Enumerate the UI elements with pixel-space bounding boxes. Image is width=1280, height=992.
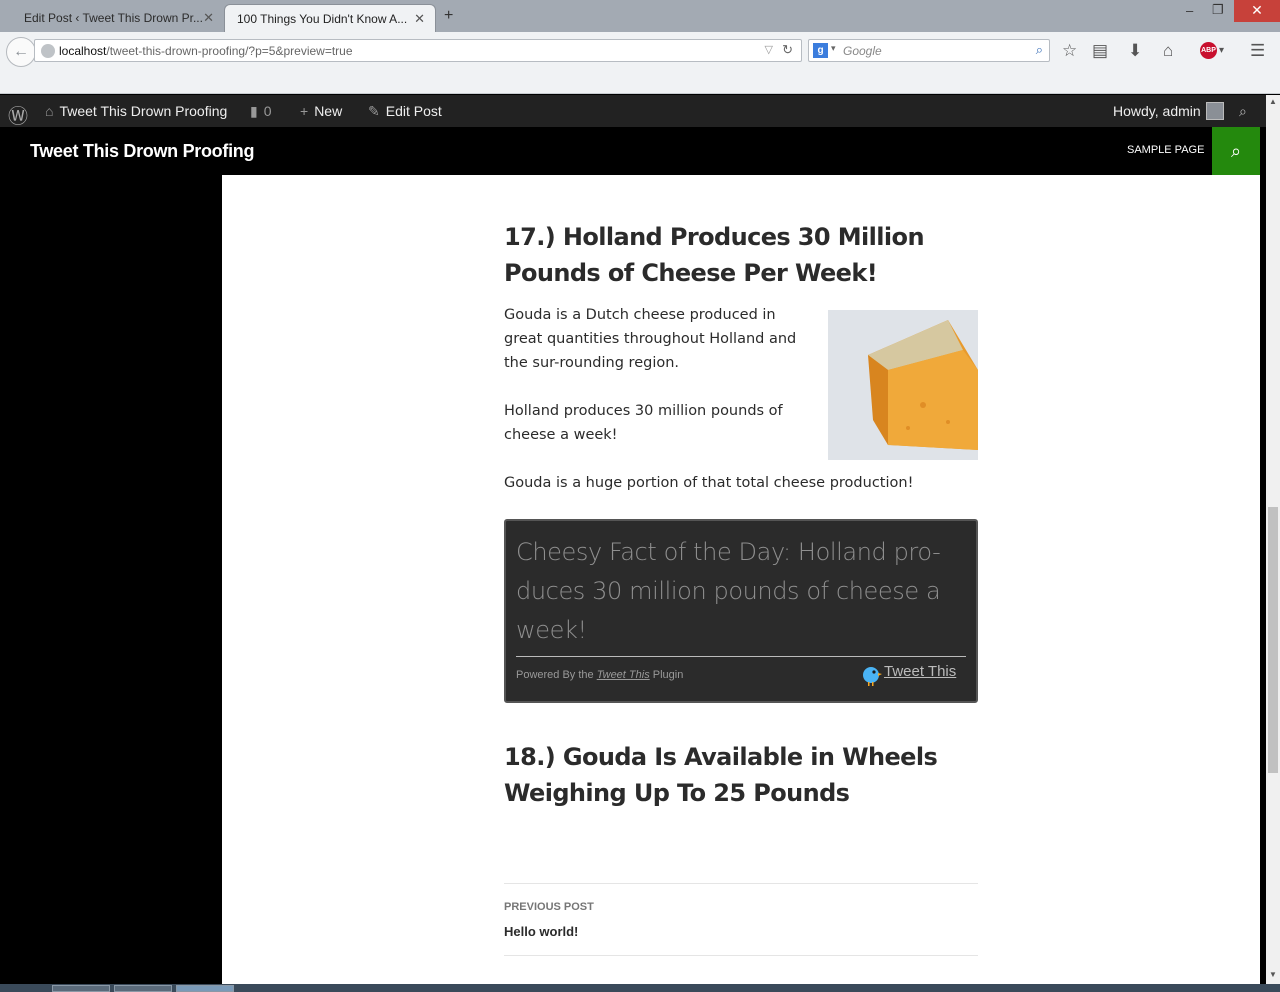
site-header: Tweet This Drown Proofing SAMPLE PAGE ⌕	[0, 127, 1260, 175]
tab-title: Edit Post ‹ Tweet This Drown Pr...	[24, 11, 203, 25]
previous-post-link[interactable]: Hello world!	[504, 924, 578, 939]
taskbar-item[interactable]	[114, 985, 172, 992]
chevron-down-icon[interactable]: ▾	[1219, 45, 1224, 56]
comments-count: 0	[263, 103, 272, 119]
gouda-cheese-image	[828, 310, 978, 460]
url-path: /tweet-this-drown-proofing/?p=5&preview=…	[106, 44, 353, 58]
powered-by-text: Powered By the Tweet This Plugin	[516, 669, 683, 681]
fact-heading-17: 17.) Holland Produces 30 Million Pounds …	[504, 223, 925, 287]
os-taskbar	[0, 984, 1280, 992]
page-scrollbar[interactable]: ▲ ▼	[1266, 95, 1280, 984]
powered-prefix: Powered By the	[516, 669, 594, 681]
taskbar-item[interactable]	[52, 985, 110, 992]
howdy-link[interactable]: Howdy, admin	[1113, 103, 1201, 119]
tweet-this-box: Cheesy Fact of the Day: Holland pro-duce…	[504, 519, 978, 703]
comments-link[interactable]: ▮ 0	[250, 103, 272, 120]
paragraph-portion: Gouda is a huge portion of that total ch…	[504, 475, 914, 491]
paragraph-gouda: Gouda is a Dutch cheese produced in grea…	[504, 307, 797, 371]
tweet-quote[interactable]: Cheesy Fact of the Day: Holland pro-duce…	[516, 533, 956, 650]
window-close-icon[interactable]: ✕	[1234, 0, 1280, 22]
url-host: localhost	[59, 44, 107, 58]
previous-post-label: Previous Post	[504, 901, 594, 913]
paragraph-production: Holland produces 30 million pounds of ch…	[504, 403, 783, 443]
tweet-this-link[interactable]: Tweet This	[884, 663, 956, 680]
browser-nav-bar: ← localhost/tweet-this-drown-proofing/?p…	[0, 32, 1280, 94]
divider	[516, 656, 966, 657]
wp-admin-bar: Ⓦ ⌂ Tweet This Drown Proofing ▮ 0 + New ✎ Ed…	[0, 95, 1266, 129]
new-content-link[interactable]: + New	[300, 103, 342, 119]
wordpress-logo-icon[interactable]: Ⓦ	[8, 100, 28, 129]
twitter-bird-icon[interactable]	[860, 664, 882, 686]
site-identity-icon[interactable]	[41, 44, 55, 58]
pencil-icon: ✎	[368, 103, 380, 119]
plus-icon: +	[300, 103, 309, 119]
scroll-up-icon[interactable]: ▲	[1269, 97, 1277, 106]
site-title[interactable]: Tweet This Drown Proofing	[30, 141, 254, 162]
close-icon[interactable]: ✕	[414, 11, 425, 27]
search-icon: ⌕	[1230, 141, 1242, 161]
url-bar[interactable]: localhost/tweet-this-drown-proofing/?p=5…	[34, 39, 802, 62]
reading-list-icon[interactable]: ▤	[1092, 41, 1108, 61]
admin-site-name-link[interactable]: ⌂ Tweet This Drown Proofing	[45, 103, 227, 119]
home-icon[interactable]: ⌂	[1163, 41, 1173, 61]
restore-icon[interactable]: ❐	[1212, 2, 1224, 18]
back-button[interactable]: ←	[6, 37, 36, 67]
edit-post-link[interactable]: ✎ Edit Post	[368, 103, 442, 120]
scroll-down-icon[interactable]: ▼	[1269, 970, 1277, 979]
search-input[interactable]: Google	[843, 44, 882, 58]
minimize-icon[interactable]: –	[1186, 3, 1193, 18]
taskbar-item[interactable]	[176, 985, 234, 992]
close-icon[interactable]: ✕	[203, 10, 214, 26]
search-toggle-button[interactable]: ⌕	[1212, 127, 1260, 175]
edit-post-label: Edit Post	[385, 103, 442, 119]
plugin-link[interactable]: Tweet This	[597, 669, 650, 681]
tab-title: 100 Things You Didn't Know A...	[237, 12, 408, 26]
main-content: 17.) Holland Produces 30 Million Pounds …	[222, 175, 1260, 984]
google-engine-icon[interactable]: g	[813, 43, 828, 58]
tab-preview[interactable]: 100 Things You Didn't Know A... ✕	[224, 4, 436, 32]
nav-item-sample-page[interactable]: SAMPLE PAGE	[1127, 144, 1204, 156]
post-navigation: Previous Post Hello world!	[504, 883, 978, 956]
reload-icon[interactable]: ↻	[782, 42, 793, 58]
chevron-down-icon[interactable]: ▾	[831, 43, 836, 54]
new-label: New	[314, 103, 343, 119]
search-bar[interactable]: g ▾ Google ⌕	[808, 39, 1050, 62]
url-history-dropdown-icon[interactable]: ▽	[765, 43, 773, 56]
browser-tab-bar: Edit Post ‹ Tweet This Drown Pr... ✕ 100…	[0, 0, 1280, 32]
admin-site-name: Tweet This Drown Proofing	[59, 103, 228, 119]
home-icon: ⌂	[45, 103, 54, 119]
downloads-icon[interactable]: ⬇	[1128, 41, 1142, 61]
adblock-icon[interactable]: ABP	[1200, 42, 1217, 59]
scrollbar-thumb[interactable]	[1268, 507, 1278, 773]
search-icon[interactable]: ⌕	[1036, 42, 1043, 58]
fact-heading-18: 18.) Gouda Is Available in Wheels Weighi…	[504, 743, 938, 807]
new-tab-icon[interactable]: +	[444, 7, 453, 25]
powered-suffix: Plugin	[652, 669, 684, 681]
tab-edit-post[interactable]: Edit Post ‹ Tweet This Drown Pr... ✕	[12, 4, 224, 32]
menu-icon[interactable]: ☰	[1250, 41, 1265, 61]
comment-icon: ▮	[250, 103, 258, 119]
bookmark-star-icon[interactable]: ☆	[1062, 41, 1077, 61]
search-icon[interactable]: ⌕	[1239, 103, 1247, 120]
avatar[interactable]	[1206, 102, 1224, 120]
